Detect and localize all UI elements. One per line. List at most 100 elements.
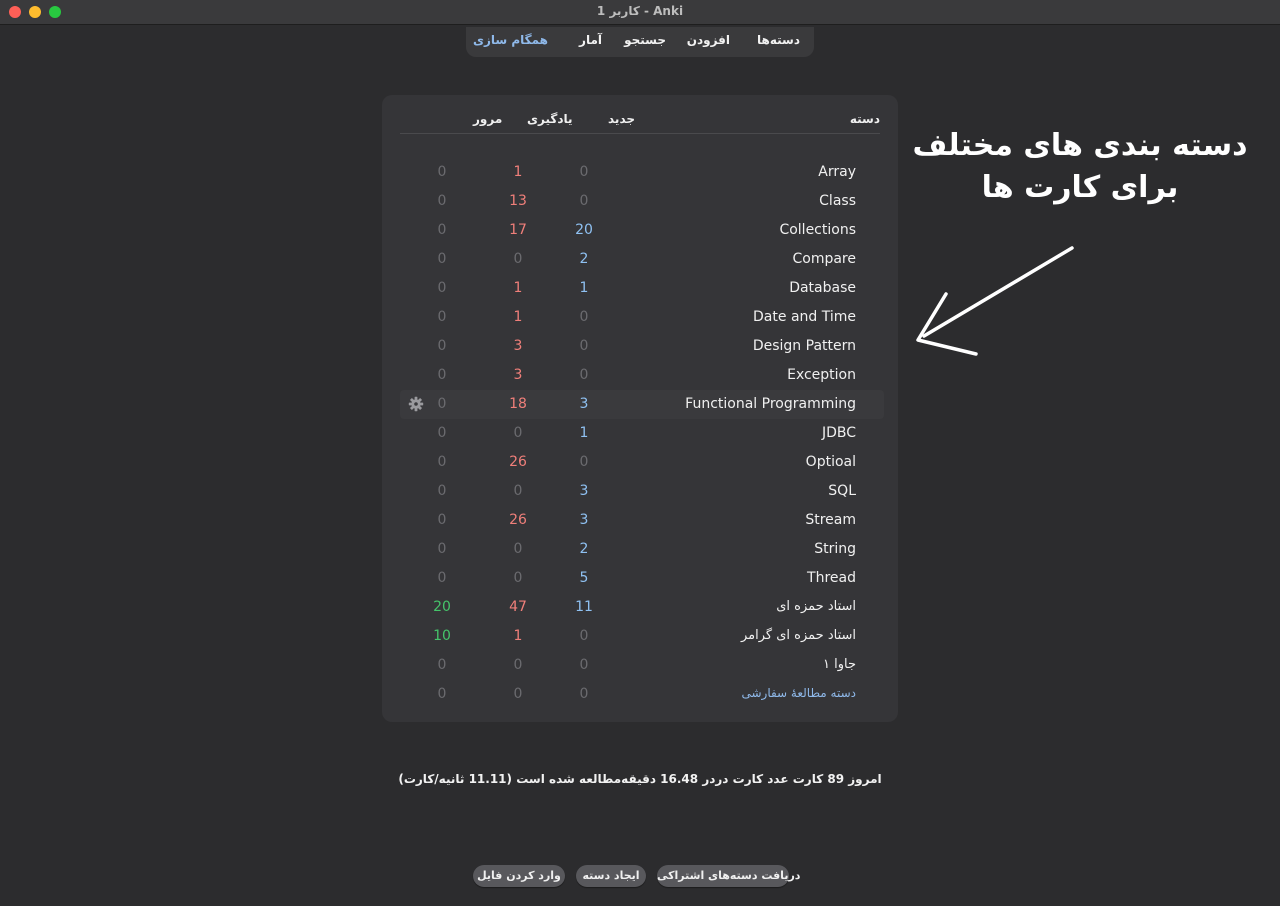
deck-row[interactable]: 0 0 1 JDBC: [382, 419, 898, 448]
learn-count: 0: [513, 570, 523, 586]
learn-count: 1: [513, 280, 523, 296]
deck-row[interactable]: 0 26 0 Optioal: [382, 448, 898, 477]
header-divider: [400, 133, 880, 134]
toolbar-browse[interactable]: جستجو: [624, 33, 666, 47]
deck-name[interactable]: Exception: [787, 367, 856, 383]
deck-name[interactable]: Array: [818, 164, 856, 180]
new-count: 0: [579, 454, 589, 470]
due-count: 0: [437, 454, 447, 470]
deck-row[interactable]: 0 0 0 دسته مطالعهٔ سفارشی: [382, 680, 898, 709]
deck-row[interactable]: 0 26 3 Stream: [382, 506, 898, 535]
deck-row[interactable]: 0 0 3 SQL: [382, 477, 898, 506]
deck-row[interactable]: 0 0 5 Thread: [382, 564, 898, 593]
new-count: 0: [579, 309, 589, 325]
deck-name[interactable]: String: [814, 541, 856, 557]
new-count: 1: [579, 425, 589, 441]
deck-name[interactable]: Functional Programming: [685, 396, 856, 412]
annotation-arrow-icon: [916, 246, 1074, 356]
deck-row[interactable]: 0 0 0 جاوا ۱: [382, 651, 898, 680]
deck-row[interactable]: 0 3 0 Design Pattern: [382, 332, 898, 361]
new-count: 0: [579, 338, 589, 354]
deck-row[interactable]: 0 13 0 Class: [382, 187, 898, 216]
learn-count: 3: [513, 367, 523, 383]
deck-row[interactable]: 0 1 0 Array: [382, 158, 898, 187]
header-deck: دسته: [849, 112, 880, 126]
due-count: 0: [437, 222, 447, 238]
due-count: 0: [437, 483, 447, 499]
deck-name[interactable]: Thread: [807, 570, 856, 586]
new-count: 0: [579, 367, 589, 383]
deck-name[interactable]: استاد حمزه ای: [776, 599, 856, 614]
deck-name[interactable]: استاد حمزه ای گرامر: [741, 628, 856, 643]
deck-row[interactable]: 0 0 2 String: [382, 535, 898, 564]
learn-count: 0: [513, 483, 523, 499]
annotation-line-2: برای کارت ها: [981, 170, 1179, 205]
due-count: 0: [437, 396, 447, 412]
deck-row[interactable]: 0 17 20 Collections: [382, 216, 898, 245]
deck-name[interactable]: JDBC: [822, 425, 856, 441]
learn-count: 0: [513, 657, 523, 673]
deck-row[interactable]: 0 1 1 Database: [382, 274, 898, 303]
learn-count: 26: [509, 512, 527, 528]
annotation-line-1: دسته بندی های مختلف: [912, 128, 1248, 163]
deck-row[interactable]: 0 1 0 Date and Time: [382, 303, 898, 332]
new-count: 2: [579, 541, 589, 557]
due-count: 0: [437, 251, 447, 267]
due-count: 0: [437, 425, 447, 441]
deck-name[interactable]: Optioal: [806, 454, 856, 470]
main-toolbar: دسته‌ها افزودن جستجو آمار همگام سازی: [466, 27, 814, 57]
new-count: 0: [579, 193, 589, 209]
new-count: 0: [579, 686, 589, 702]
deck-name[interactable]: جاوا ۱: [823, 657, 856, 672]
learn-count: 0: [513, 251, 523, 267]
due-count: 10: [433, 628, 451, 644]
due-count: 0: [437, 686, 447, 702]
due-count: 0: [437, 309, 447, 325]
new-count: 3: [579, 483, 589, 499]
deck-name[interactable]: SQL: [828, 483, 856, 499]
create-deck-button[interactable]: ایجاد دسته: [576, 865, 646, 887]
toolbar-sync[interactable]: همگام سازی: [473, 33, 548, 47]
import-file-button[interactable]: وارد کردن فایل: [473, 865, 565, 887]
toolbar-stats[interactable]: آمار: [579, 33, 602, 47]
new-count: 11: [575, 599, 593, 615]
new-count: 0: [579, 164, 589, 180]
get-shared-button[interactable]: دریافت دسته‌های اشتراکی: [657, 865, 800, 887]
due-count: 0: [437, 512, 447, 528]
deck-name[interactable]: Class: [819, 193, 856, 209]
deck-row[interactable]: 20 47 11 استاد حمزه ای: [382, 593, 898, 622]
deck-row[interactable]: 10 1 0 استاد حمزه ای گرامر: [382, 622, 898, 651]
deck-name[interactable]: Design Pattern: [753, 338, 856, 354]
deck-name[interactable]: Collections: [779, 222, 856, 238]
window-title: کاربر 1 - Anki: [596, 4, 684, 18]
new-count: 0: [579, 657, 589, 673]
due-count: 0: [437, 541, 447, 557]
toolbar-add[interactable]: افزودن: [687, 33, 730, 47]
learn-count: 1: [513, 164, 523, 180]
due-count: 0: [437, 367, 447, 383]
due-count: 0: [437, 164, 447, 180]
title-bar: کاربر 1 - Anki: [0, 0, 1280, 25]
learn-count: 18: [509, 396, 527, 412]
due-count: 0: [437, 280, 447, 296]
deck-options-gear-icon[interactable]: [408, 396, 424, 412]
due-count: 20: [433, 599, 451, 615]
header-new: جدید: [608, 112, 636, 126]
deck-row[interactable]: 0 3 0 Exception: [382, 361, 898, 390]
annotation-text: دسته بندی های مختلف برای کارت ها: [905, 125, 1255, 209]
new-count: 2: [579, 251, 589, 267]
deck-name[interactable]: Date and Time: [753, 309, 856, 325]
header-due: مرور: [473, 112, 503, 126]
new-count: 3: [579, 396, 589, 412]
learn-count: 0: [513, 425, 523, 441]
deck-row[interactable]: 0 18 3 Functional Programming: [400, 390, 884, 419]
learn-count: 17: [509, 222, 527, 238]
new-count: 1: [579, 280, 589, 296]
deck-name[interactable]: دسته مطالعهٔ سفارشی: [741, 686, 856, 700]
deck-name[interactable]: Stream: [805, 512, 856, 528]
learn-count: 3: [513, 338, 523, 354]
deck-row[interactable]: 0 0 2 Compare: [382, 245, 898, 274]
toolbar-decks[interactable]: دسته‌ها: [757, 33, 800, 47]
deck-name[interactable]: Database: [789, 280, 856, 296]
deck-name[interactable]: Compare: [792, 251, 856, 267]
